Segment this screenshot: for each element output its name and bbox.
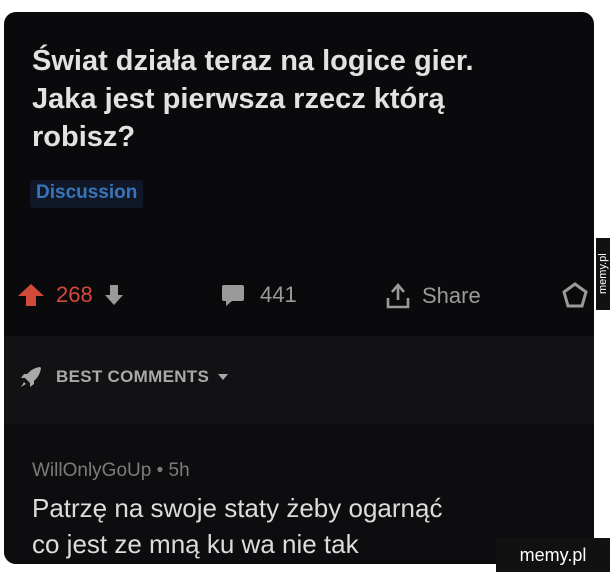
award-button[interactable] <box>562 282 588 308</box>
award-icon <box>562 282 588 308</box>
corner-watermark: memy.pl <box>496 538 610 572</box>
rocket-icon <box>18 364 44 390</box>
downvote-arrow-icon[interactable] <box>103 283 125 307</box>
post-title[interactable]: Świat działa teraz na logice gier. Jaka … <box>32 42 572 156</box>
vote-score: 268 <box>56 282 93 307</box>
post-card: Świat działa teraz na logice gier. Jaka … <box>4 12 594 564</box>
side-watermark: memy.pl <box>596 238 610 310</box>
vote-controls: 268 <box>16 282 125 308</box>
chevron-down-icon <box>217 373 229 381</box>
comment-meta[interactable]: WillOnlyGoUp • 5h <box>32 460 190 482</box>
post-action-bar: 268 441 Share <box>4 266 594 326</box>
comments-count: 441 <box>260 282 297 307</box>
comment-bubble-icon <box>220 283 246 307</box>
sort-label: BEST COMMENTS <box>56 367 210 386</box>
comments-button[interactable]: 441 <box>220 282 297 308</box>
share-button[interactable]: Share <box>384 282 481 310</box>
flair-badge[interactable]: Discussion <box>30 180 144 208</box>
share-icon <box>384 282 412 310</box>
share-label: Share <box>422 283 481 308</box>
sort-comments-dropdown[interactable]: BEST COMMENTS <box>18 364 229 390</box>
upvote-arrow-icon[interactable] <box>16 282 46 308</box>
